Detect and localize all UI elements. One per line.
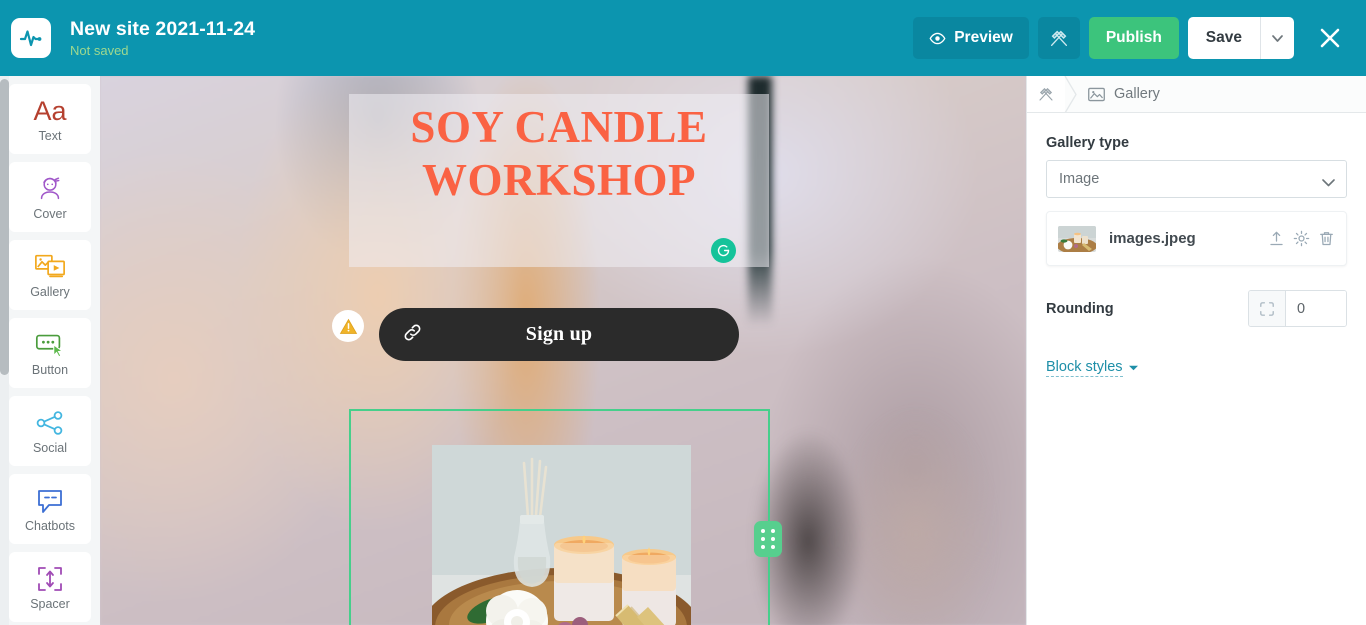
spacer-arrows-icon — [35, 563, 65, 595]
sidebar-item-gallery[interactable]: Gallery — [9, 240, 91, 310]
sidebar-item-label: Chatbots — [24, 518, 76, 533]
sidebar-scrollbar-thumb[interactable] — [0, 79, 9, 375]
sidebar-item-chatbots[interactable]: Chatbots — [9, 474, 91, 544]
chat-bubble-icon — [35, 485, 65, 517]
breadcrumb-separator — [1064, 76, 1079, 113]
block-styles-toggle[interactable]: Block styles — [1046, 359, 1138, 377]
block-settings-panel: Gallery Gallery type Image images.jpeg R… — [1026, 76, 1366, 625]
close-editor-button[interactable] — [1310, 18, 1350, 58]
save-button-label: Save — [1205, 29, 1242, 46]
sidebar-item-button[interactable]: Button — [9, 318, 91, 388]
site-title-group: New site 2021-11-24 Not saved — [70, 17, 255, 60]
block-styles-label: Block styles — [1046, 359, 1123, 377]
trash-icon[interactable] — [1318, 230, 1335, 247]
top-toolbar-actions: Preview Publish Save — [913, 17, 1350, 59]
sidebar-item-spacer[interactable]: Spacer — [9, 552, 91, 622]
sidebar-item-label: Spacer — [30, 596, 70, 611]
canvas-signup-label: Sign up — [525, 323, 593, 345]
pulse-logo-icon — [19, 30, 42, 47]
text-aa-icon: Aa — [33, 95, 67, 126]
gallery-file-row[interactable]: images.jpeg — [1046, 211, 1347, 266]
gallery-type-label: Gallery type — [1046, 135, 1130, 151]
page-title: New site 2021-11-24 — [70, 17, 256, 40]
save-button[interactable]: Save — [1187, 17, 1260, 59]
breadcrumb: Gallery — [1027, 76, 1366, 113]
gallery-photo — [432, 445, 691, 625]
image-block-icon — [1088, 87, 1105, 101]
breadcrumb-label: Gallery — [1114, 86, 1160, 102]
sidebar-item-label: Text — [38, 128, 62, 143]
canvas-heading-text: SOY CANDLE WORKSHOP — [410, 102, 708, 205]
sidebar-item-label: Cover — [33, 206, 67, 221]
gallery-type-select[interactable]: Image — [1046, 160, 1347, 198]
rounding-label: Rounding — [1046, 300, 1114, 317]
cover-person-icon — [35, 173, 65, 205]
blocks-sidebar: Aa Text Cover Gallery Button Social Chat… — [0, 76, 100, 625]
sidebar-item-cover[interactable]: Cover — [9, 162, 91, 232]
close-x-icon — [1320, 28, 1340, 48]
link-chain-icon[interactable] — [401, 321, 424, 349]
gallery-file-name: images.jpeg — [1109, 230, 1196, 247]
sidebar-item-label: Social — [32, 440, 68, 455]
top-toolbar: New site 2021-11-24 Not saved Preview Pu… — [0, 0, 1366, 76]
button-cursor-icon — [34, 329, 66, 361]
upload-icon[interactable] — [1268, 230, 1285, 247]
sidebar-item-text[interactable]: Aa Text — [9, 84, 91, 154]
crossed-tools-icon — [1050, 30, 1067, 47]
grammarly-g-icon[interactable] — [711, 238, 736, 263]
caret-down-icon — [1272, 34, 1283, 42]
drag-dots-icon — [760, 529, 776, 549]
canvas-heading-block[interactable]: SOY CANDLE WORKSHOP — [349, 94, 769, 267]
canvas-gallery-block[interactable] — [349, 409, 770, 625]
sidebar-item-social[interactable]: Social — [9, 396, 91, 466]
settings-body: Gallery type Image images.jpeg Rounding … — [1027, 113, 1366, 377]
rounding-stepper — [1248, 290, 1347, 327]
block-warning-badge[interactable] — [332, 310, 364, 342]
gear-icon[interactable] — [1293, 230, 1310, 247]
rounding-setting: Rounding — [1046, 290, 1347, 327]
image-thumbnail — [1058, 225, 1096, 252]
rounding-input[interactable] — [1286, 291, 1346, 326]
sidebar-item-label: Button — [31, 362, 69, 377]
breadcrumb-home-button[interactable] — [1027, 76, 1065, 112]
breadcrumb-item-gallery[interactable]: Gallery — [1087, 85, 1160, 104]
warning-triangle-icon — [339, 318, 357, 334]
preview-button[interactable]: Preview — [913, 17, 1029, 59]
site-tools-button[interactable] — [1037, 17, 1080, 59]
social-share-icon — [35, 407, 65, 439]
publish-button-label: Publish — [1105, 29, 1162, 46]
site-canvas[interactable]: SOY CANDLE WORKSHOP Sign up — [100, 76, 1026, 625]
save-button-group: Save — [1187, 17, 1294, 59]
sidebar-scrollbar[interactable] — [0, 76, 9, 625]
app-logo[interactable] — [11, 18, 51, 58]
sidebar-item-label: Gallery — [30, 284, 70, 299]
gallery-type-field: Image — [1046, 160, 1347, 198]
save-dropdown-button[interactable] — [1260, 17, 1294, 59]
gallery-drag-handle[interactable] — [754, 521, 782, 557]
gallery-images-icon — [34, 251, 66, 283]
canvas-signup-button[interactable]: Sign up — [379, 308, 739, 361]
save-status: Not saved — [70, 42, 129, 58]
gallery-file-actions — [1268, 230, 1335, 247]
publish-button[interactable]: Publish — [1088, 17, 1179, 59]
preview-button-label: Preview — [954, 29, 1013, 46]
crossed-tools-icon — [1039, 87, 1053, 101]
corner-radius-icon[interactable] — [1249, 291, 1286, 326]
caret-down-icon — [1128, 365, 1138, 371]
eye-icon — [929, 32, 946, 44]
